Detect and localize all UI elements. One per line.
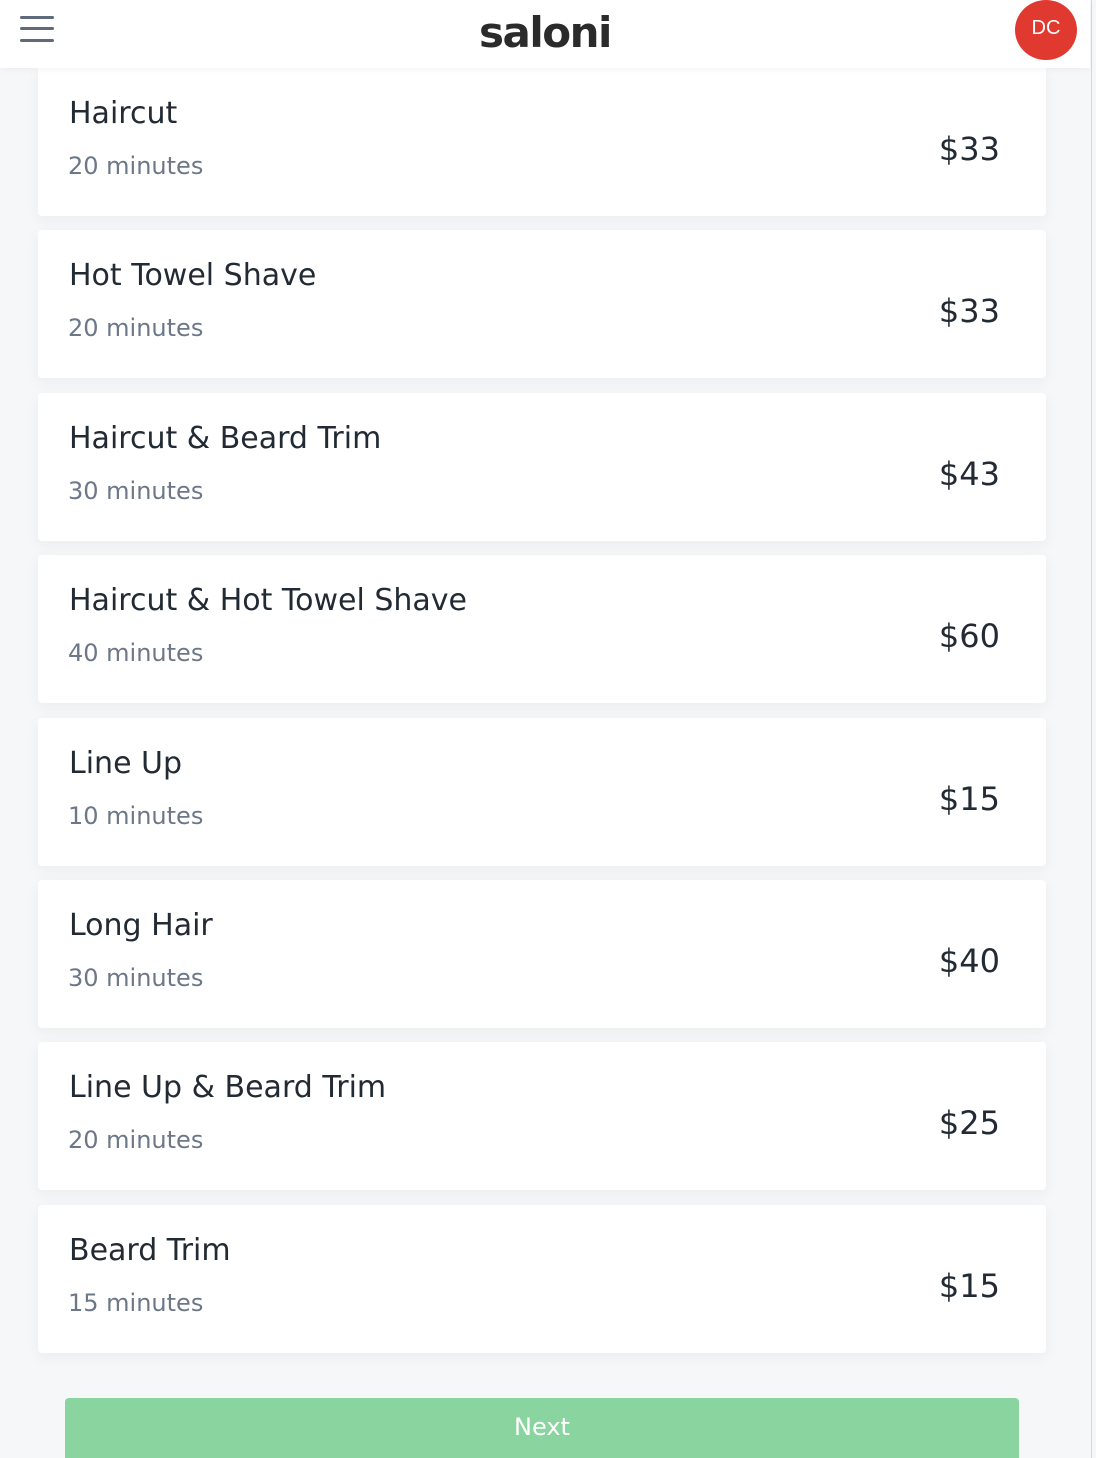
service-card[interactable]: Haircut & Beard Trim 30 minutes $43 [38,392,1046,541]
service-card[interactable]: Hot Towel Shave 20 minutes $33 [38,230,1046,379]
user-avatar[interactable]: DC [1015,0,1077,60]
service-name: Haircut & Beard Trim [69,420,382,456]
service-name: Beard Trim [69,1232,231,1268]
service-price: $15 [938,779,1000,818]
app-header: saloni DC [0,0,1090,68]
service-card[interactable]: Haircut & Hot Towel Shave 40 minutes $60 [38,555,1046,704]
service-duration: 15 minutes [68,1288,204,1317]
service-price: $43 [938,454,1000,493]
service-price: $15 [938,1266,1000,1305]
service-list: Haircut 20 minutes $33 Hot Towel Shave 2… [38,68,1046,1367]
service-card[interactable]: Beard Trim 15 minutes $15 [38,1204,1046,1353]
service-price: $60 [938,617,1000,656]
service-card[interactable]: Long Hair 30 minutes $40 [38,879,1046,1028]
service-card[interactable]: Line Up & Beard Trim 20 minutes $25 [38,1042,1046,1191]
service-card[interactable]: Line Up 10 minutes $15 [38,717,1046,866]
service-duration: 20 minutes [68,152,204,180]
service-price: $40 [938,941,1000,980]
service-price: $25 [938,1104,1000,1143]
service-duration: 20 minutes [68,314,204,343]
service-duration: 10 minutes [68,801,204,830]
service-name: Long Hair [69,907,213,943]
service-price: $33 [938,292,1000,331]
service-name: Haircut & Hot Towel Shave [69,583,467,619]
booking-page: saloni DC Haircut 20 minutes $33 Hot Tow… [0,0,1096,1458]
saloni-logo: saloni [479,8,612,57]
service-card[interactable]: Haircut 20 minutes $33 [38,68,1046,216]
next-button[interactable]: Next [65,1398,1019,1458]
service-duration: 30 minutes [68,476,204,505]
service-name: Line Up & Beard Trim [69,1070,387,1106]
scrollbar-track[interactable] [1091,0,1092,1458]
service-name: Haircut [69,96,178,131]
service-duration: 30 minutes [68,963,204,992]
service-name: Line Up [69,745,183,781]
service-duration: 40 minutes [68,639,204,668]
service-price: $33 [938,130,1000,168]
service-duration: 20 minutes [68,1126,204,1155]
service-name: Hot Towel Shave [69,258,317,294]
